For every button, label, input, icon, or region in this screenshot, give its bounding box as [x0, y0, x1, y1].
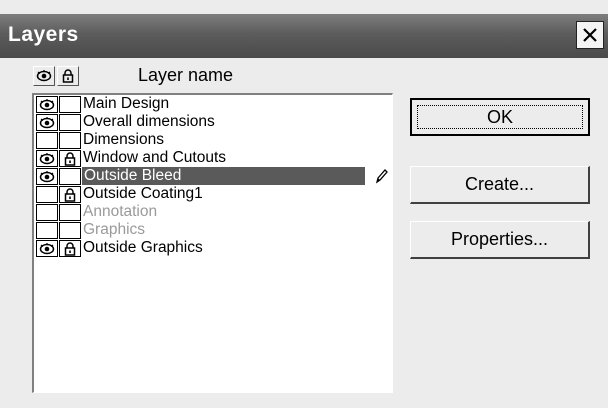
layer-row[interactable]: Overall dimensions — [36, 113, 391, 132]
eye-icon — [36, 70, 52, 82]
pencil-icon — [375, 169, 388, 184]
visibility-toggle[interactable] — [36, 150, 58, 167]
layer-name: Graphics — [83, 221, 146, 238]
eye-icon — [39, 98, 55, 110]
visibility-toggle[interactable] — [36, 132, 58, 149]
lock-icon — [64, 187, 76, 202]
lock-toggle[interactable] — [59, 222, 81, 239]
visibility-toggle[interactable] — [36, 168, 58, 185]
layer-name: Outside Graphics — [83, 239, 203, 256]
lock-toggle[interactable] — [59, 168, 81, 185]
layer-row[interactable]: Outside Bleed — [36, 167, 391, 186]
lock-toggle[interactable] — [59, 186, 81, 203]
ok-button[interactable]: OK — [410, 98, 590, 136]
layer-row[interactable]: Graphics — [36, 221, 391, 240]
visibility-column-header[interactable] — [33, 66, 55, 86]
close-button[interactable] — [576, 21, 604, 49]
layer-name: Outside Bleed — [82, 167, 365, 185]
eye-icon — [39, 152, 55, 164]
lock-icon — [62, 69, 74, 83]
visibility-toggle[interactable] — [36, 240, 58, 257]
close-icon — [583, 28, 597, 42]
visibility-toggle[interactable] — [36, 186, 58, 203]
lock-icon — [64, 151, 76, 166]
lock-toggle[interactable] — [59, 114, 81, 131]
layer-name: Window and Cutouts — [83, 149, 227, 166]
layer-name: Dimensions — [83, 131, 164, 148]
visibility-toggle[interactable] — [36, 204, 58, 221]
layer-name-column-header[interactable]: Layer name — [138, 65, 233, 86]
lock-toggle[interactable] — [59, 132, 81, 149]
create-button-label: Create... — [464, 174, 535, 194]
lock-toggle[interactable] — [59, 96, 81, 113]
layer-row[interactable]: Window and Cutouts — [36, 149, 391, 168]
layer-name: Annotation — [83, 203, 158, 220]
title-bar: Layers — [0, 14, 608, 58]
top-strip — [0, 0, 608, 14]
eye-icon — [39, 242, 55, 254]
window-title: Layers — [8, 23, 79, 46]
layers-dialog: Layers Layer name Main Design Overall dim… — [0, 0, 608, 408]
focus-rectangle — [417, 105, 583, 129]
create-button[interactable]: Create... — [410, 166, 590, 204]
lock-column-header[interactable] — [57, 66, 79, 86]
lock-toggle[interactable] — [59, 150, 81, 167]
properties-button[interactable]: Properties... — [410, 221, 590, 259]
visibility-toggle[interactable] — [36, 222, 58, 239]
layer-row[interactable]: Main Design — [36, 95, 391, 114]
eye-icon — [39, 170, 55, 182]
layer-name: Main Design — [83, 95, 170, 112]
visibility-toggle[interactable] — [36, 96, 58, 113]
layer-row[interactable]: Outside Graphics — [36, 239, 391, 258]
lock-toggle[interactable] — [59, 204, 81, 221]
layer-list[interactable]: Main Design Overall dimensions Dimensions W… — [32, 93, 393, 393]
layer-name: Overall dimensions — [83, 113, 215, 130]
lock-toggle[interactable] — [59, 240, 81, 257]
lock-icon — [64, 241, 76, 256]
properties-button-label: Properties... — [450, 229, 549, 249]
eye-icon — [39, 116, 55, 128]
visibility-toggle[interactable] — [36, 114, 58, 131]
layer-row[interactable]: Outside Coating1 — [36, 185, 391, 204]
layer-row[interactable]: Annotation — [36, 203, 391, 222]
layer-name: Outside Coating1 — [83, 185, 203, 202]
layer-row[interactable]: Dimensions — [36, 131, 391, 150]
